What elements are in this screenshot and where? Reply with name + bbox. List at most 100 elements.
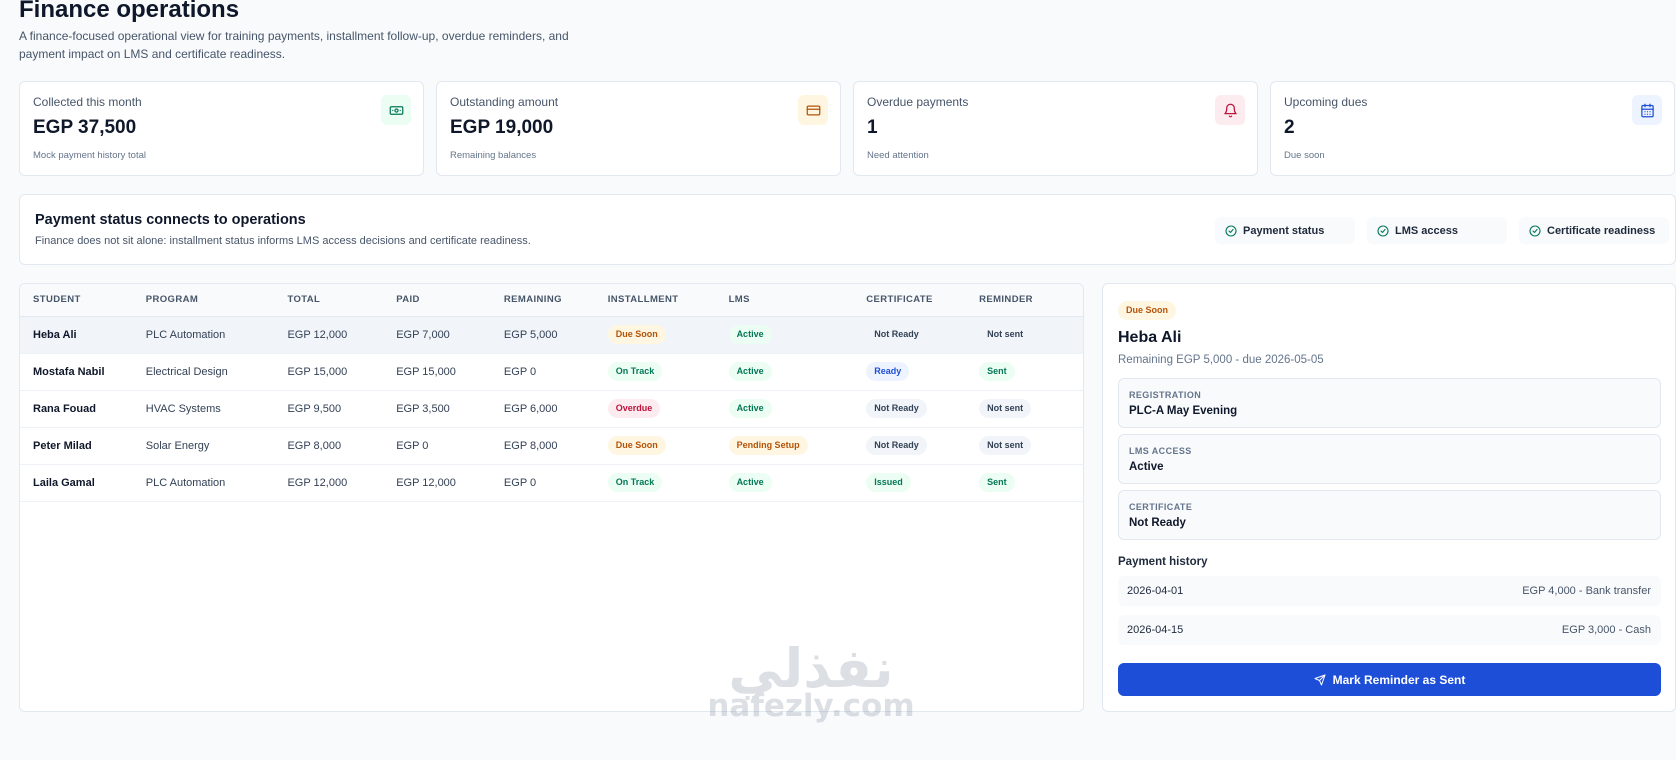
table-header-row: STUDENT PROGRAM TOTAL PAID REMAINING INS… <box>20 284 1083 317</box>
certificate-badge: Issued <box>866 473 911 492</box>
column-header-student[interactable]: STUDENT <box>20 284 146 317</box>
cell-total: EGP 12,000 <box>287 328 348 341</box>
table-row[interactable]: Mostafa Nabil Electrical Design EGP 15,0… <box>20 353 1083 390</box>
operations-banner: Payment status connects to operations Fi… <box>19 194 1676 265</box>
cell-student: Laila Gamal <box>33 476 95 489</box>
table-row[interactable]: Rana Fouad HVAC Systems EGP 9,500 EGP 3,… <box>20 390 1083 427</box>
cell-student: Heba Ali <box>33 328 77 341</box>
payment-history-title: Payment history <box>1118 556 1208 568</box>
column-header-remaining[interactable]: REMAINING <box>503 284 608 317</box>
cell-paid: EGP 12,000 <box>396 476 456 489</box>
cell-remaining: EGP 0 <box>503 365 537 378</box>
student-detail-panel: Due Soon Heba Ali Remaining EGP 5,000 - … <box>1102 283 1676 712</box>
stat-label: Outstanding amount <box>450 95 559 109</box>
banner-description: Finance does not sit alone: installment … <box>35 235 531 247</box>
cell-installment: Due Soon <box>607 427 729 464</box>
info-value: PLC-A May Evening <box>1129 405 1238 417</box>
cell-installment: On Track <box>607 353 729 390</box>
stats-row: Collected this month EGP 37,500 Mock pay… <box>19 81 1676 176</box>
cell-certificate: Not Ready <box>866 316 979 353</box>
mark-reminder-sent-button[interactable]: Mark Reminder as Sent <box>1118 663 1661 696</box>
cell-lms: Active <box>728 390 867 427</box>
column-header-installment[interactable]: INSTALLMENT <box>607 284 729 317</box>
column-header-program[interactable]: PROGRAM <box>145 284 288 317</box>
cell-remaining: EGP 6,000 <box>503 402 558 415</box>
bell-icon <box>1215 95 1245 125</box>
chip-payment-status: Payment status <box>1215 217 1355 244</box>
stat-note: Mock payment history total <box>33 150 146 161</box>
column-header-certificate[interactable]: CERTIFICATE <box>866 284 980 317</box>
cell-student: Mostafa Nabil <box>33 365 105 378</box>
installment-badge: On Track <box>607 362 663 381</box>
cell-reminder: Not sent <box>979 316 1083 353</box>
cell-total: EGP 15,000 <box>287 365 348 378</box>
column-header-total[interactable]: TOTAL <box>287 284 397 317</box>
cell-certificate: Issued <box>866 464 979 501</box>
stat-label: Overdue payments <box>867 95 969 109</box>
payments-table: STUDENT PROGRAM TOTAL PAID REMAINING INS… <box>20 284 1083 502</box>
cell-program: PLC Automation <box>145 476 226 489</box>
installment-badge: Due Soon <box>607 325 666 344</box>
certificate-badge: Not Ready <box>866 399 927 418</box>
payments-table-card: STUDENT PROGRAM TOTAL PAID REMAINING INS… <box>19 283 1084 712</box>
cell-paid: EGP 3,500 <box>396 402 450 415</box>
installment-badge: Due Soon <box>607 436 666 455</box>
certificate-badge: Not Ready <box>866 436 927 455</box>
info-value: Active <box>1129 461 1164 473</box>
cell-installment: Overdue <box>607 390 729 427</box>
lms-badge: Active <box>728 325 772 344</box>
page-title: Finance operations <box>19 0 240 23</box>
info-box-certificate: CERTIFICATE Not Ready <box>1118 490 1661 540</box>
stat-value: EGP 19,000 <box>450 117 554 138</box>
chip-certificate-readiness: Certificate readiness <box>1519 217 1669 244</box>
check-circle-icon <box>1225 224 1237 237</box>
stat-label: Upcoming dues <box>1284 95 1368 109</box>
table-row[interactable]: Peter Milad Solar Energy EGP 8,000 EGP 0… <box>20 427 1083 464</box>
payment-amount: EGP 4,000 - Bank transfer <box>1522 585 1651 597</box>
detail-status-badge: Due Soon <box>1118 301 1176 320</box>
column-header-lms[interactable]: LMS <box>728 284 867 317</box>
check-circle-icon <box>1529 224 1541 237</box>
cell-total: EGP 9,500 <box>287 402 342 415</box>
stat-value: 2 <box>1284 117 1295 138</box>
table-row[interactable]: Heba Ali PLC Automation EGP 12,000 EGP 7… <box>20 316 1083 353</box>
page-header: Finance operations A finance-focused ope… <box>19 0 619 63</box>
cell-reminder: Sent <box>979 353 1083 390</box>
chip-label: Certificate readiness <box>1547 224 1656 237</box>
stat-value: 1 <box>867 117 878 138</box>
cell-program: HVAC Systems <box>145 402 221 415</box>
cell-paid: EGP 7,000 <box>396 328 450 341</box>
detail-subtitle: Remaining EGP 5,000 - due 2026-05-05 <box>1118 354 1324 366</box>
cell-remaining: EGP 5,000 <box>503 328 558 341</box>
info-value: Not Ready <box>1129 517 1186 529</box>
column-header-reminder[interactable]: REMINDER <box>979 284 1083 317</box>
certificate-badge: Ready <box>866 362 910 381</box>
table-row[interactable]: Laila Gamal PLC Automation EGP 12,000 EG… <box>20 464 1083 501</box>
stat-note: Due soon <box>1284 150 1325 161</box>
stat-card-outstanding: Outstanding amount EGP 19,000 Remaining … <box>436 81 841 176</box>
cell-lms: Active <box>728 353 867 390</box>
payment-date: 2026-04-15 <box>1127 624 1184 636</box>
check-circle-icon <box>1377 224 1389 237</box>
cell-installment: On Track <box>607 464 729 501</box>
cell-program: PLC Automation <box>145 328 226 341</box>
info-box-lms-access: LMS ACCESS Active <box>1118 434 1661 484</box>
lms-badge: Pending Setup <box>728 436 808 455</box>
banner-title: Payment status connects to operations <box>35 212 306 228</box>
reminder-badge: Not sent <box>979 399 1032 418</box>
cell-total: EGP 12,000 <box>287 476 348 489</box>
payment-history-row: 2026-04-01 EGP 4,000 - Bank transfer <box>1118 576 1661 606</box>
column-header-paid[interactable]: PAID <box>396 284 504 317</box>
installment-badge: Overdue <box>607 399 661 418</box>
reminder-badge: Sent <box>979 473 1015 492</box>
lms-badge: Active <box>728 399 772 418</box>
stat-value: EGP 37,500 <box>33 117 137 138</box>
lms-badge: Active <box>728 362 772 381</box>
stat-note: Remaining balances <box>450 150 537 161</box>
cell-paid: EGP 0 <box>396 439 429 452</box>
installment-badge: On Track <box>607 473 663 492</box>
calendar-icon <box>1632 95 1662 125</box>
stat-note: Need attention <box>867 150 929 161</box>
stat-label: Collected this month <box>33 95 142 109</box>
stat-card-upcoming: Upcoming dues 2 Due soon <box>1270 81 1675 176</box>
